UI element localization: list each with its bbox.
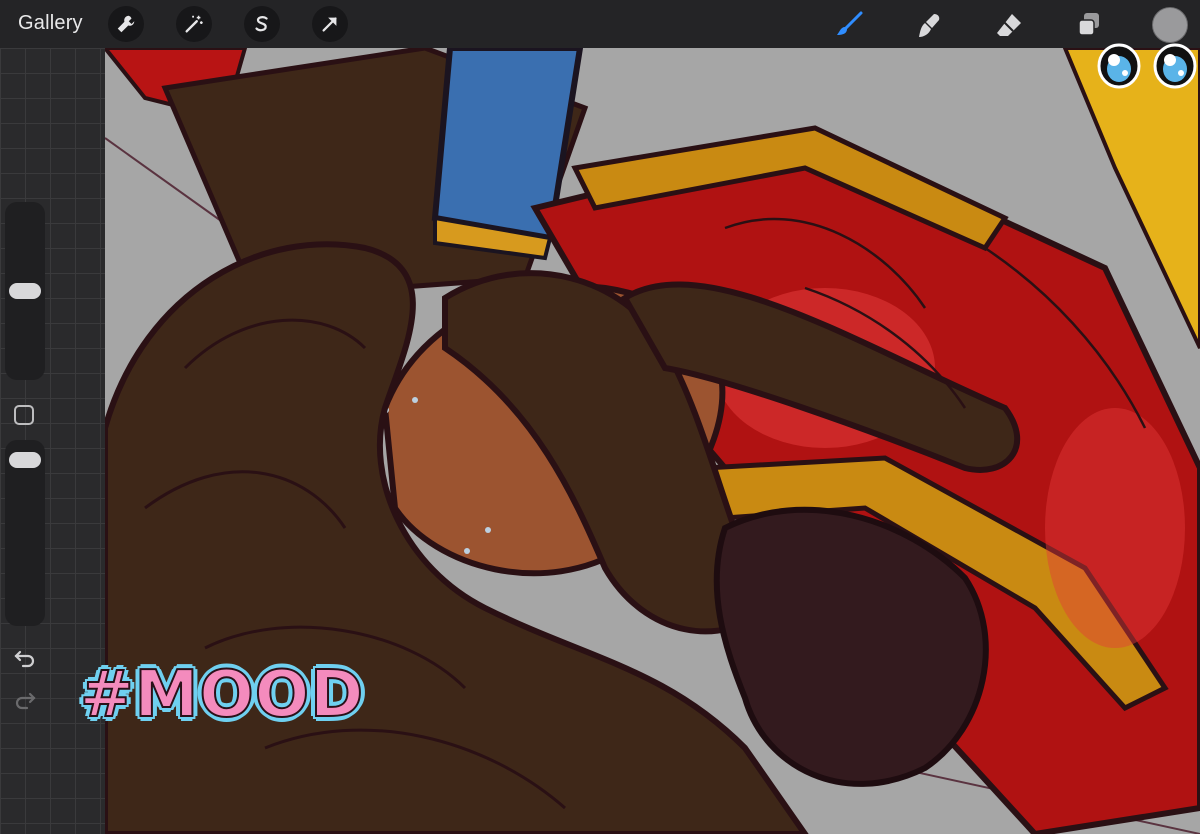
opacity-slider[interactable] [5,440,45,626]
piercing [464,548,470,554]
transform-button[interactable] [312,6,348,42]
red-highlight [1045,408,1185,648]
selection-s-icon [255,16,268,32]
brush-icon [837,11,863,35]
actions-button[interactable] [108,6,144,42]
brush-size-thumb[interactable] [9,283,41,299]
top-toolbar: Gallery [0,0,1200,48]
undo-button[interactable] [10,646,40,670]
modify-button[interactable] [14,405,34,425]
smudge-button[interactable] [912,8,946,42]
piercing [412,397,418,403]
eye-icon [1153,43,1197,89]
brush-size-slider[interactable] [5,202,45,380]
mood-sticker: #MOOD [79,657,365,733]
eyes-sticker [1094,42,1200,90]
selection-button[interactable] [244,6,280,42]
layers-icon [1078,13,1099,36]
magic-wand-icon [185,15,203,33]
transform-arrow-icon [322,17,337,32]
gallery-button[interactable]: Gallery [18,12,83,35]
eye-icon [1097,43,1141,89]
eraser-icon [997,14,1021,36]
undo-icon [14,650,35,668]
smudge-icon [919,14,940,37]
redo-button[interactable] [10,688,40,712]
wrench-icon [117,15,135,33]
color-picker-button[interactable] [1152,7,1188,43]
paint-button[interactable] [832,8,866,42]
adjustments-button[interactable] [176,6,212,42]
opacity-thumb[interactable] [9,452,41,469]
layers-button[interactable] [1072,8,1106,42]
erase-button[interactable] [992,8,1026,42]
piercing [485,527,491,533]
redo-icon [15,692,36,710]
